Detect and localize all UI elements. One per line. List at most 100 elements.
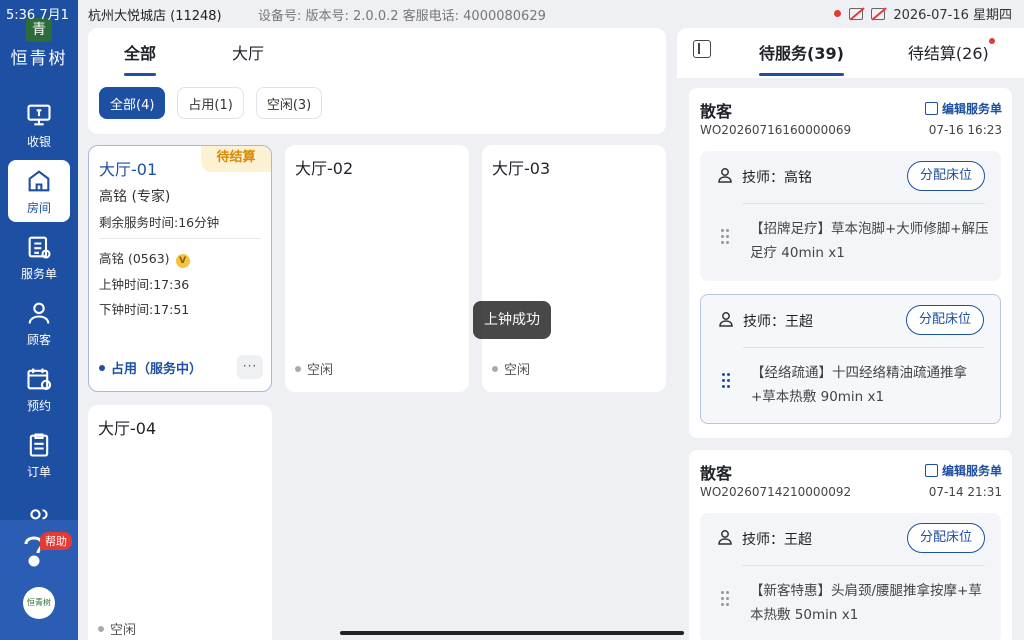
notification-dot-icon [988,38,995,44]
drag-handle-icon[interactable] [721,229,729,245]
edit-label: 编辑服务单 [941,102,1002,116]
order-time: 07-16 16:23 [928,123,1002,137]
sidebar-nav: 收银 房间 服务单 顾客 预约 订单 [0,94,78,556]
queue-list: 散客 编辑服务单 WO20260716160000069 07-16 16:23… [677,78,1024,640]
service-item: 技师：高铭 分配床位 【招牌足疗】草本泡脚+大师修脚+解压足疗 40min x1 [700,151,1001,281]
edit-icon [924,102,938,115]
room-status: 空闲 [492,359,530,378]
pending-settlement-ribbon: 待结算 [201,146,271,172]
sidebar-item-cashier[interactable]: 收银 [8,94,70,156]
service-description: 【新客特惠】头肩颈/腰腿推拿按摩+草本热敷 50min x1 [750,583,982,623]
order-card: 散客 编辑服务单 WO20260716160000069 07-16 16:23… [689,88,1012,438]
service-item: 技师：王超 分配床位 【经络疏通】十四经络精油疏通推拿+草本热敷 90min x… [700,294,1001,424]
room-status-text: 空闲 [307,363,334,378]
brand-name: 恒青树 [10,49,68,69]
service-list-icon [28,236,51,259]
order-card: 散客 编辑服务单 WO20260714210000092 07-14 21:31… [689,450,1012,640]
assign-bed-button[interactable]: 分配床位 [905,305,984,335]
store-name: 杭州大悦城店 (11248) [88,9,222,24]
recording-dot-icon [834,10,842,17]
home-icon [28,169,50,191]
tab-pending-settlement[interactable]: 待结算(26) [907,38,995,64]
end-time: 下钟时间:17:51 [99,302,190,317]
tech-code: 高铭 (0563) [99,251,170,266]
service-item: 技师：王超 分配床位 【新客特惠】头肩颈/腰腿推拿按摩+草本热敷 50min x… [700,513,1001,640]
calendar-icon [27,368,52,390]
tab-pending-service[interactable]: 待服务(39) [759,40,844,76]
status-time: 5:36 7月1 [6,8,69,23]
more-button[interactable]: ··· [237,355,263,379]
room-card-hall-03[interactable]: 大厅-03 空闲 [482,145,666,392]
remaining-time: 剩余服务时间:16分钟 [99,215,220,230]
room-name: 大厅-01 [99,160,158,179]
collapse-panel-icon[interactable] [693,40,711,58]
sidebar-item-label: 预约 [26,398,51,413]
edit-order-button[interactable]: 编辑服务单 [924,100,1002,117]
edit-order-button[interactable]: 编辑服务单 [924,462,1002,479]
status-datetime: 2026-07-16 星期四 [893,8,1012,23]
status-right: 2026-07-16 星期四 [834,4,1012,23]
status-bar: 5:36 7月1 杭州大悦城店 (11248) 设备号: 版本号: 2.0.0.… [0,0,1024,28]
assign-bed-button[interactable]: 分配床位 [906,161,985,191]
home-indicator[interactable] [340,631,684,635]
chip-all[interactable]: 全部(4) [99,87,166,119]
help-badge[interactable]: 帮助 [40,532,72,550]
technician-icon [718,530,732,545]
status-dot-icon [98,625,104,632]
tab-hall[interactable]: 大厅 [232,40,264,64]
user-icon [28,302,50,324]
sidebar: 青 恒青树 收银 房间 服务单 顾客 预约 订单 帮助 恒青树 [0,0,78,640]
status-dot-icon [295,365,301,372]
cashier-icon [27,104,51,125]
order-number: WO20260716160000069 [700,123,852,137]
order-number: WO20260714210000092 [700,485,852,499]
room-status: 空闲 [98,619,136,638]
service-description: 【招牌足疗】草本泡脚+大师修脚+解压足疗 40min x1 [750,221,989,261]
vip-badge-icon: V [175,254,190,268]
toast-message: 上钟成功 [473,301,551,339]
status-dot-icon [492,365,498,372]
divider [742,565,985,566]
room-status-text: 空闲 [110,623,137,638]
order-time: 07-14 21:31 [928,485,1002,499]
sidebar-item-label: 顾客 [26,332,51,347]
sidebar-item-service-orders[interactable]: 服务单 [8,226,70,288]
divider [742,203,985,204]
edit-icon [924,464,938,477]
device-info: 设备号: 版本号: 2.0.0.2 客服电话: 4000080629 [258,9,546,24]
edit-label: 编辑服务单 [941,464,1002,478]
service-queue-panel: 待服务(39) 待结算(26) 散客 编辑服务单 WO2026071616000… [677,28,1024,640]
room-tech: 高铭 (专家) [99,189,171,205]
tab-label: 待结算(26) [907,44,989,63]
tech-code-line: 高铭 (0563) V [99,248,190,268]
tab-all[interactable]: 全部 [124,40,157,76]
order-icon [29,432,49,457]
status-filter-chips: 全部(4) 占用(1) 空闲(3) [99,87,323,119]
room-status-text: 占用（服务中） [111,362,203,377]
room-card-hall-01[interactable]: 大厅-01 待结算 高铭 (专家) 剩余服务时间:16分钟 高铭 (0563) V… [88,145,272,392]
avatar[interactable]: 恒青树 [23,587,55,619]
sidebar-item-orders[interactable]: 订单 [8,424,70,486]
sidebar-item-rooms[interactable]: 房间 [8,160,70,222]
divider [743,347,984,348]
room-name: 大厅-03 [492,159,551,178]
assign-bed-button[interactable]: 分配床位 [906,523,985,553]
room-card-hall-02[interactable]: 大厅-02 空闲 [285,145,469,392]
area-tabs: 全部 大厅 [124,40,264,76]
drag-handle-icon[interactable] [721,591,729,607]
room-name: 大厅-04 [98,419,157,438]
status-dot-icon [99,364,105,371]
customer-name: 散客 [700,102,733,121]
drag-handle-icon[interactable] [722,373,730,389]
chip-occupied[interactable]: 占用(1) [177,87,244,119]
sidebar-item-customers[interactable]: 顾客 [8,292,70,354]
queue-tabs: 待服务(39) 待结算(26) [759,38,995,76]
technician-icon [719,312,733,327]
room-card-hall-04[interactable]: 大厅-04 空闲 [88,405,272,640]
chip-free[interactable]: 空闲(3) [255,87,323,119]
room-status: 占用（服务中） [99,358,202,377]
sidebar-item-reservations[interactable]: 预约 [8,358,70,420]
sidebar-item-label: 订单 [26,464,51,479]
sidebar-item-label: 房间 [26,200,51,215]
main-panel: 全部 大厅 全部(4) 占用(1) 空闲(3) 大厅-01 待结算 高铭 (专家… [88,28,666,640]
